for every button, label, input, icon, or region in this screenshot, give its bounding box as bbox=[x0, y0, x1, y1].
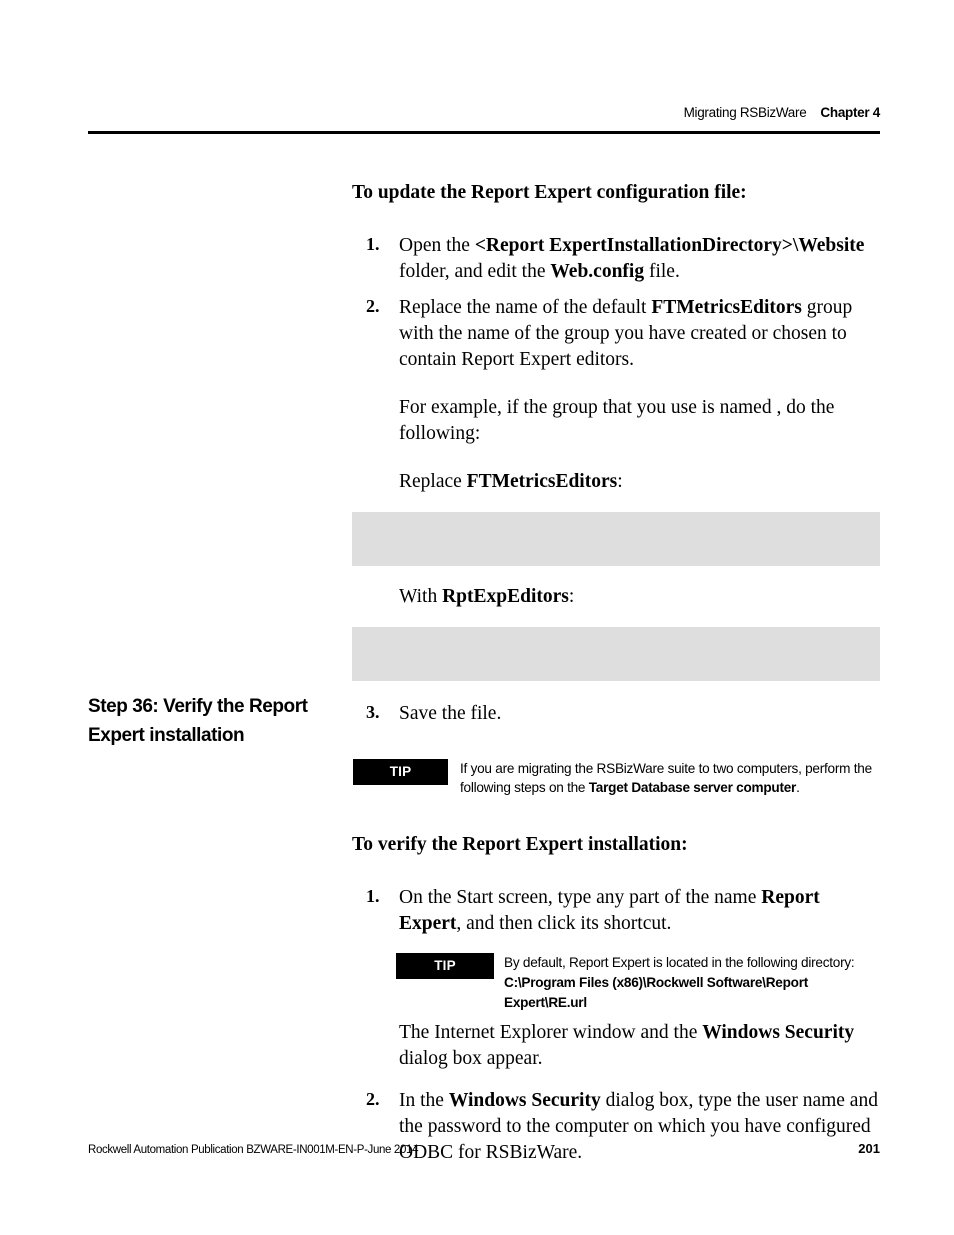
step-text-part: , and then click its shortcut. bbox=[456, 913, 672, 935]
with-label-bold: RptExpEditors bbox=[442, 585, 569, 607]
after-tip-part: The Internet Explorer window and the bbox=[399, 1022, 703, 1044]
with-label-part: With bbox=[399, 585, 443, 607]
replace-label-part: Replace bbox=[399, 470, 467, 492]
code-block-replace bbox=[352, 511, 880, 566]
step-item-2: 2. Replace the name of the default FTMet… bbox=[352, 295, 880, 373]
with-label: With RptExpEditors: bbox=[352, 584, 880, 610]
page-header: Migrating RSBizWare Chapter 4 bbox=[88, 105, 881, 120]
with-label-part: : bbox=[568, 585, 575, 607]
step-text-bold: Windows Security bbox=[448, 1090, 601, 1112]
step-item-1: 1. Open the <Report ExpertInstallationDi… bbox=[352, 233, 880, 285]
step-number: 2. bbox=[366, 296, 380, 317]
step-text: On the Start screen, type any part of th… bbox=[399, 887, 820, 934]
after-tip-part: dialog box appear. bbox=[399, 1048, 543, 1070]
page-footer: Rockwell Automation Publication BZWARE-I… bbox=[88, 1141, 880, 1156]
document-page: Migrating RSBizWare Chapter 4 Step 36: Ve… bbox=[0, 0, 954, 1235]
code-block-with bbox=[352, 626, 880, 681]
step-text-bold: Web.config bbox=[550, 261, 645, 283]
example-text-part: For example, if the group that you use i… bbox=[399, 396, 772, 418]
main-content-column: To update the Report Expert configuratio… bbox=[352, 180, 880, 1166]
step-number: 3. bbox=[366, 701, 380, 722]
chapter-label: Chapter 4 bbox=[820, 105, 880, 120]
tip-body: If you are migrating the RSBizWare suite… bbox=[460, 759, 879, 798]
step-text-part: file. bbox=[644, 261, 680, 283]
steps-list-update-config: 1. Open the <Report ExpertInstallationDi… bbox=[352, 233, 880, 373]
tip-label: TIP bbox=[396, 953, 494, 980]
step-text-part: Replace the name of the default bbox=[399, 297, 652, 319]
step-text-part: In the bbox=[399, 1090, 449, 1112]
step-text-part: folder, and edit the bbox=[399, 261, 551, 283]
tip-callout-1: TIP If you are migrating the RSBizWare s… bbox=[353, 758, 880, 798]
step-text: Replace the name of the default FTMetric… bbox=[399, 297, 852, 370]
tip-body: By default, Report Expert is located in … bbox=[504, 953, 870, 1012]
replace-label: Replace FTMetricsEditors: bbox=[352, 469, 880, 495]
publication-info: Rockwell Automation Publication BZWARE-I… bbox=[88, 1144, 419, 1156]
tip-callout-2: TIP By default, Report Expert is located… bbox=[396, 953, 880, 1012]
margin-heading-line1: Step 36: Verify the Report bbox=[88, 696, 308, 717]
replace-label-bold: FTMetricsEditors bbox=[466, 470, 618, 492]
header-rule bbox=[88, 131, 880, 134]
margin-section-heading: Step 36: Verify the Report Expert instal… bbox=[88, 692, 338, 751]
section-heading-verify-install: To verify the Report Expert installation… bbox=[352, 833, 688, 855]
steps-list-save: 3. Save the file. bbox=[352, 701, 880, 727]
margin-heading-line2: Expert installation bbox=[88, 725, 245, 747]
step-text: Open the <Report ExpertInstallationDirec… bbox=[399, 235, 864, 282]
after-tip-bold: Windows Security bbox=[702, 1022, 855, 1044]
tip-text-part: . bbox=[796, 780, 800, 796]
tip-text-part: By default, Report Expert is located in … bbox=[504, 955, 855, 971]
step-number: 1. bbox=[366, 886, 380, 907]
step-text: Save the file. bbox=[399, 702, 502, 724]
running-title: Migrating RSBizWare bbox=[683, 105, 807, 120]
step-item-3: 3. Save the file. bbox=[352, 701, 880, 727]
step-text-part: Open the bbox=[399, 235, 475, 257]
replace-label-part: : bbox=[617, 470, 623, 492]
tip-label: TIP bbox=[353, 758, 448, 785]
step-text-bold: <Report ExpertInstallationDirectory>\Web… bbox=[474, 235, 865, 257]
step-text-part: On the Start screen, type any part of th… bbox=[399, 887, 762, 909]
section-heading-update-config: To update the Report Expert configuratio… bbox=[352, 182, 747, 203]
step-number: 1. bbox=[366, 234, 380, 255]
tip-text-bold: Target Database server computer bbox=[588, 780, 797, 796]
after-tip-paragraph: The Internet Explorer window and the Win… bbox=[352, 1020, 880, 1072]
steps-list-verify: 1. On the Start screen, type any part of… bbox=[352, 885, 880, 937]
step-text-bold: FTMetricsEditors bbox=[651, 297, 802, 319]
step-number: 2. bbox=[366, 1089, 380, 1110]
example-paragraph: For example, if the group that you use i… bbox=[352, 395, 880, 447]
page-number: 201 bbox=[858, 1141, 880, 1156]
step-item-b1: 1. On the Start screen, type any part of… bbox=[352, 885, 880, 937]
tip-path-bold: C:\Program Files (x86)\Rockwell Software… bbox=[504, 974, 809, 1010]
